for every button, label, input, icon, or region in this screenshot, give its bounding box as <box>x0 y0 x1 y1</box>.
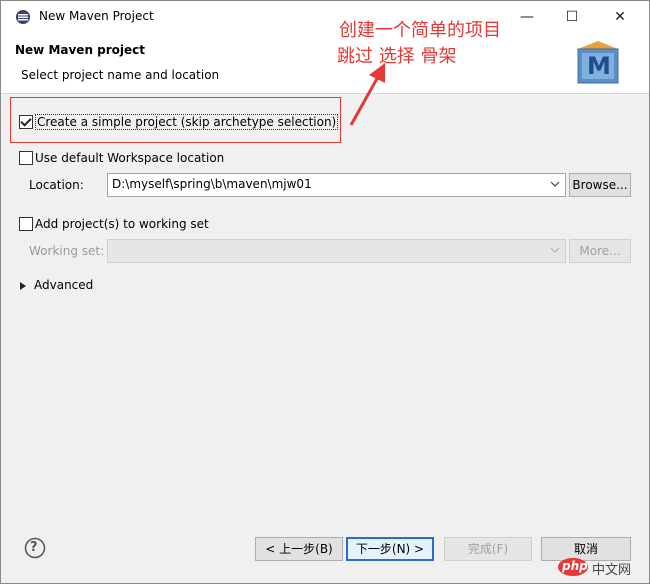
working-set-label: Working set: <box>29 244 105 258</box>
chevron-down-icon[interactable] <box>549 178 561 190</box>
watermark-logo: php 中文网 <box>558 557 638 579</box>
watermark-text-2: 中文网 <box>592 563 632 578</box>
simple-project-label[interactable]: Create a simple project (skip archetype … <box>35 114 339 130</box>
browse-button[interactable]: Browse... <box>569 173 631 197</box>
maximize-button[interactable]: ☐ <box>558 5 586 29</box>
eclipse-icon <box>16 10 30 24</box>
next-button[interactable]: 下一步(N) > <box>346 537 434 561</box>
default-workspace-checkbox[interactable] <box>19 151 33 165</box>
help-glyph: ? <box>30 540 38 555</box>
working-set-checkbox[interactable] <box>19 217 33 231</box>
page-subtitle: Select project name and location <box>21 68 220 82</box>
title-bar: New Maven Project — ☐ ✕ <box>1 1 649 33</box>
chevron-down-icon[interactable] <box>549 244 561 256</box>
simple-project-checkbox[interactable] <box>19 115 33 129</box>
location-value: D:\myself\spring\b\maven\mjw01 <box>112 177 312 191</box>
close-button[interactable]: ✕ <box>606 5 634 29</box>
advanced-toggle[interactable]: Advanced <box>34 278 93 292</box>
annotation-arrow <box>349 63 385 126</box>
finish-button[interactable]: 完成(F) <box>444 537 532 561</box>
default-workspace-label[interactable]: Use default Workspace location <box>35 151 224 165</box>
working-set-combo[interactable] <box>107 239 566 263</box>
dialog-window: New Maven Project — ☐ ✕ New Maven projec… <box>0 0 650 584</box>
back-button[interactable]: < 上一步(B) <box>255 537 343 561</box>
window-title: New Maven Project <box>39 9 154 23</box>
expand-arrow-icon[interactable] <box>19 281 27 291</box>
logo-letter: M <box>587 52 611 80</box>
location-label: Location: <box>29 178 84 192</box>
minimize-button[interactable]: — <box>513 5 541 29</box>
working-set-checkbox-label[interactable]: Add project(s) to working set <box>35 217 209 231</box>
location-combo[interactable]: D:\myself\spring\b\maven\mjw01 <box>107 173 566 197</box>
more-button[interactable]: More... <box>569 239 631 263</box>
maven-logo-icon: M <box>572 39 624 87</box>
watermark-text-1: php <box>562 559 588 573</box>
wizard-header: New Maven project Select project name an… <box>1 33 649 93</box>
page-title: New Maven project <box>15 43 146 57</box>
annotation-line-1: 创建一个简单的项目 <box>339 20 501 41</box>
